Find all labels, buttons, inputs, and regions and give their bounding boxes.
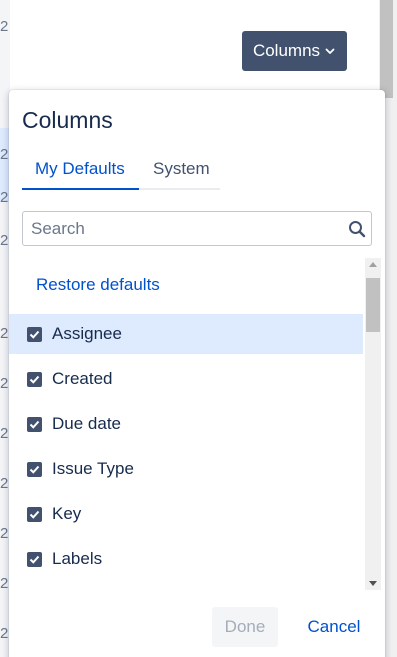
list-item-assignee[interactable]: Assignee <box>9 314 363 354</box>
list-item-label: Issue Type <box>52 459 134 478</box>
list-item-labels[interactable]: Labels <box>9 539 363 579</box>
checkmark-icon <box>29 330 40 339</box>
tab-bar: My Defaults System <box>22 156 220 190</box>
search-input[interactable] <box>31 212 336 245</box>
checkbox-checked[interactable] <box>27 416 42 432</box>
checkmark-icon <box>29 510 40 519</box>
active-tab-indicator <box>22 188 139 190</box>
list-item-due-date[interactable]: Due date <box>9 404 363 444</box>
search-icon[interactable] <box>348 220 366 238</box>
checkbox-checked[interactable] <box>27 371 42 387</box>
chevron-down-icon <box>325 48 335 54</box>
background-row-digit: 2 <box>0 18 9 35</box>
checkmark-icon <box>29 420 40 429</box>
dialog-title: Columns <box>22 107 113 133</box>
list-item-label: Created <box>52 369 113 388</box>
done-button[interactable]: Done <box>212 607 278 647</box>
checkmark-icon <box>29 375 40 384</box>
checkbox-checked[interactable] <box>27 461 42 477</box>
scroll-up-arrow-icon[interactable] <box>369 262 377 267</box>
list-item-label: Labels <box>52 549 103 568</box>
checkbox-checked[interactable] <box>27 326 42 342</box>
page-scrollbar-thumb[interactable] <box>380 0 393 98</box>
column-list: Assignee Created Due date Issue Type Key <box>9 314 363 584</box>
columns-button[interactable]: Columns <box>242 31 347 71</box>
list-scrollbar-thumb[interactable] <box>366 278 380 332</box>
checkmark-icon <box>29 465 40 474</box>
columns-dialog: Columns My Defaults System Restore defau… <box>9 90 385 657</box>
list-item-created[interactable]: Created <box>9 359 363 399</box>
tab-my-defaults[interactable]: My Defaults <box>35 159 125 179</box>
checkbox-checked[interactable] <box>27 551 42 567</box>
list-item-issue-type[interactable]: Issue Type <box>9 449 363 489</box>
columns-button-label: Columns <box>252 41 321 60</box>
list-item-key[interactable]: Key <box>9 494 363 534</box>
restore-defaults-link[interactable]: Restore defaults <box>36 275 160 295</box>
list-item-label: Due date <box>52 414 121 433</box>
search-field[interactable] <box>22 211 372 246</box>
list-scrollbar[interactable] <box>365 258 381 590</box>
list-item-label: Key <box>52 504 82 523</box>
scroll-down-arrow-icon[interactable] <box>369 581 377 586</box>
cancel-button[interactable]: Cancel <box>294 607 374 647</box>
list-item-label: Assignee <box>52 324 122 343</box>
tab-system[interactable]: System <box>153 159 210 179</box>
checkmark-icon <box>29 555 40 564</box>
checkbox-checked[interactable] <box>27 506 42 522</box>
